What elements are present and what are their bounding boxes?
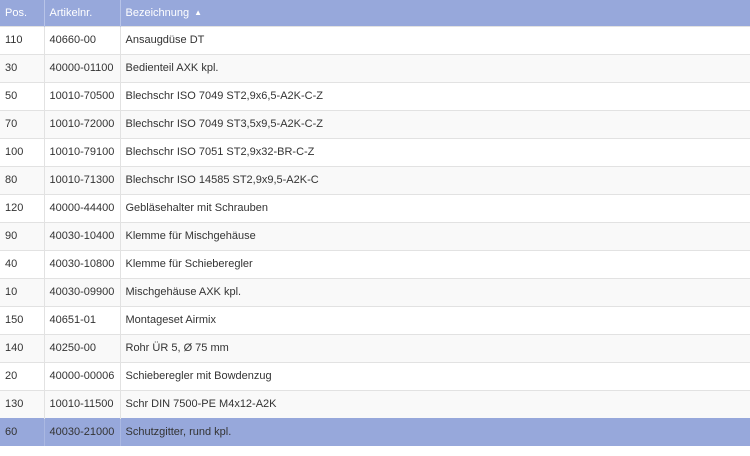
cell-bezeichnung: Blechschr ISO 7049 ST3,5x9,5-A2K-C-Z: [120, 109, 750, 138]
table-row[interactable]: 100 10010-79100 Blechschr ISO 7051 ST2,9x3…: [0, 137, 750, 166]
cell-pos: 70: [0, 109, 45, 138]
column-header-artikelnr[interactable]: Artikelnr.: [44, 0, 121, 26]
table-row[interactable]: 40 40030-10800 Klemme für Schieberegler: [0, 249, 750, 278]
cell-bezeichnung: Blechschr ISO 14585 ST2,9x9,5-A2K-C: [120, 165, 750, 194]
cell-artikelnr: 40030-21000: [44, 417, 121, 446]
cell-pos: 100: [0, 137, 45, 166]
table-row[interactable]: 50 10010-70500 Blechschr ISO 7049 ST2,9x6,…: [0, 81, 750, 110]
sort-ascending-icon: ▲: [194, 7, 203, 17]
cell-pos: 140: [0, 333, 45, 362]
parts-table: Pos. Artikelnr. Bezeichnung ▲ 110 40660-00…: [0, 0, 750, 446]
cell-bezeichnung: Blechschr ISO 7051 ST2,9x32-BR-C-Z: [120, 137, 750, 166]
cell-bezeichnung: Bedienteil AXK kpl.: [120, 53, 750, 82]
cell-pos: 80: [0, 165, 45, 194]
cell-pos: 50: [0, 81, 45, 110]
column-header-artikelnr-label: Artikelnr.: [49, 6, 93, 19]
table-row[interactable]: 110 40660-00 Ansaugdüse DT: [0, 25, 750, 54]
table-row[interactable]: 60 40030-21000 Schutzgitter, rund kpl.: [0, 417, 750, 446]
cell-bezeichnung: Klemme für Mischgehäuse: [120, 221, 750, 250]
table-row[interactable]: 70 10010-72000 Blechschr ISO 7049 ST3,5x9,…: [0, 109, 750, 138]
cell-bezeichnung: Schutzgitter, rund kpl.: [120, 417, 750, 446]
cell-bezeichnung: Rohr ÜR 5, Ø 75 mm: [120, 333, 750, 362]
table-row[interactable]: 10 40030-09900 Mischgehäuse AXK kpl.: [0, 277, 750, 306]
table-row[interactable]: 30 40000-01100 Bedienteil AXK kpl.: [0, 53, 750, 82]
cell-bezeichnung: Blechschr ISO 7049 ST2,9x6,5-A2K-C-Z: [120, 81, 750, 110]
cell-pos: 40: [0, 249, 45, 278]
cell-artikelnr: 40651-01: [44, 305, 121, 334]
cell-artikelnr: 40000-01100: [44, 53, 121, 82]
cell-pos: 120: [0, 193, 45, 222]
cell-bezeichnung: Gebläsehalter mit Schrauben: [120, 193, 750, 222]
table-row[interactable]: 150 40651-01 Montageset Airmix: [0, 305, 750, 334]
cell-pos: 60: [0, 417, 45, 446]
cell-bezeichnung: Montageset Airmix: [120, 305, 750, 334]
cell-artikelnr: 10010-79100: [44, 137, 121, 166]
cell-pos: 110: [0, 25, 45, 54]
cell-bezeichnung: Klemme für Schieberegler: [120, 249, 750, 278]
cell-artikelnr: 40030-10400: [44, 221, 121, 250]
table-row[interactable]: 120 40000-44400 Gebläsehalter mit Schraube…: [0, 193, 750, 222]
column-header-bezeichnung-label: Bezeichnung: [125, 6, 190, 19]
cell-pos: 150: [0, 305, 45, 334]
cell-artikelnr: 40030-10800: [44, 249, 121, 278]
cell-artikelnr: 40660-00: [44, 25, 121, 54]
cell-artikelnr: 40030-09900: [44, 277, 121, 306]
cell-artikelnr: 40250-00: [44, 333, 121, 362]
cell-bezeichnung: Mischgehäuse AXK kpl.: [120, 277, 750, 306]
table-row[interactable]: 130 10010-11500 Schr DIN 7500-PE M4x12-A2K: [0, 389, 750, 418]
cell-artikelnr: 10010-72000: [44, 109, 121, 138]
cell-artikelnr: 40000-44400: [44, 193, 121, 222]
table-body: 110 40660-00 Ansaugdüse DT 30 40000-01100 Bed…: [0, 25, 750, 446]
cell-bezeichnung: Schr DIN 7500-PE M4x12-A2K: [120, 389, 750, 418]
table-row[interactable]: 80 10010-71300 Blechschr ISO 14585 ST2,9x9…: [0, 165, 750, 194]
cell-artikelnr: 10010-70500: [44, 81, 121, 110]
table-header: Pos. Artikelnr. Bezeichnung ▲: [0, 0, 750, 26]
cell-pos: 130: [0, 389, 45, 418]
cell-artikelnr: 10010-71300: [44, 165, 121, 194]
cell-bezeichnung: Ansaugdüse DT: [120, 25, 750, 54]
table-row[interactable]: 20 40000-00006 Schieberegler mit Bowdenzug: [0, 361, 750, 390]
cell-artikelnr: 40000-00006: [44, 361, 121, 390]
table-row[interactable]: 90 40030-10400 Klemme für Mischgehäuse: [0, 221, 750, 250]
column-header-pos[interactable]: Pos.: [0, 0, 45, 26]
cell-pos: 30: [0, 53, 45, 82]
header-row: Pos. Artikelnr. Bezeichnung ▲: [0, 0, 750, 26]
cell-artikelnr: 10010-11500: [44, 389, 121, 418]
column-header-pos-label: Pos.: [5, 6, 28, 19]
cell-pos: 20: [0, 361, 45, 390]
table-row[interactable]: 140 40250-00 Rohr ÜR 5, Ø 75 mm: [0, 333, 750, 362]
column-header-bezeichnung[interactable]: Bezeichnung ▲: [120, 0, 750, 26]
cell-pos: 10: [0, 277, 45, 306]
cell-pos: 90: [0, 221, 45, 250]
cell-bezeichnung: Schieberegler mit Bowdenzug: [120, 361, 750, 390]
